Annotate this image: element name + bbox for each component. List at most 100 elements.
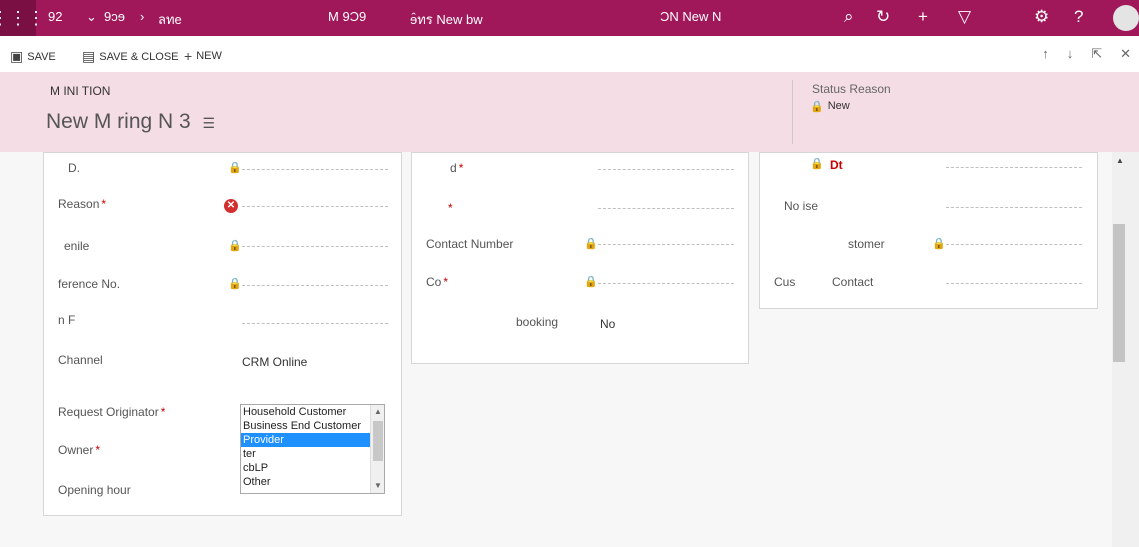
filter-icon[interactable]: ▽ xyxy=(958,7,971,27)
business-customer-label: stomer xyxy=(848,237,885,251)
breadcrumb-item[interactable]: 9ɔɘ xyxy=(104,9,125,24)
lock-icon: 🔒 xyxy=(584,276,598,288)
settings-icon[interactable]: ⚙ xyxy=(1034,7,1049,27)
lock-icon: 🔒 xyxy=(932,238,946,250)
middle-field-2-input[interactable] xyxy=(598,208,734,209)
tab-recent-2[interactable]: ɘ̂ทร New bw xyxy=(410,9,483,30)
contact-number-label: Contact Number xyxy=(426,237,514,251)
field-2-label: Reason * xyxy=(58,197,107,211)
save-close-button[interactable]: ▤ SAVE & CLOSE xyxy=(82,48,179,65)
history-icon[interactable]: ↻ xyxy=(876,7,890,27)
field-1-label: D. xyxy=(68,161,80,175)
popout-icon[interactable]: ⇱ xyxy=(1091,46,1102,62)
form-body: D. 🔒 Reason * ✕ enile 🔒 ference No. 🔒 n F… xyxy=(0,152,1112,547)
status-value-text: New xyxy=(827,100,850,112)
app-launcher-icon[interactable]: ⋮⋮⋮ xyxy=(0,0,45,36)
opening-hour-label: Opening hour xyxy=(58,483,131,497)
field-4-input[interactable] xyxy=(242,285,388,286)
field-5-label: n F xyxy=(58,313,76,327)
booking-label: booking xyxy=(516,315,559,329)
middle-field-4-label: Co * xyxy=(426,275,449,289)
new-label: NEW xyxy=(196,50,222,62)
search-icon[interactable]: ⌕ xyxy=(844,7,854,27)
list-option[interactable]: Business End Customer xyxy=(241,419,384,433)
field-3-label: enile xyxy=(64,239,90,253)
arrow-down-icon[interactable]: ↓ xyxy=(1067,46,1074,62)
status-reason-label: Status Reason xyxy=(812,82,891,96)
page-title: New M ring N 3 ☰ xyxy=(46,110,215,134)
save-button[interactable]: ▣ SAVE xyxy=(10,48,56,65)
booking-value: No xyxy=(600,317,616,331)
new-button[interactable]: + NEW xyxy=(184,48,222,64)
right-field-1-input[interactable] xyxy=(946,167,1082,168)
divider xyxy=(792,80,793,144)
field-1-input[interactable] xyxy=(242,169,388,170)
help-icon[interactable]: ? xyxy=(1074,7,1083,27)
command-bar: ▣ SAVE ▤ SAVE & CLOSE + NEW ↑ ↓ ⇱ ✕ xyxy=(0,36,1139,72)
record-navigation: ↑ ↓ ⇱ ✕ xyxy=(1042,46,1131,62)
tab-recent-1[interactable]: M 9Ɔ9 xyxy=(328,9,366,24)
tab-recent-3[interactable]: ƆN New N xyxy=(660,9,721,24)
field-2-input[interactable] xyxy=(242,206,388,207)
right-section-card: 🔒 Dt No ise stomer 🔒 Cus Contact xyxy=(759,152,1098,309)
middle-field-1-input[interactable] xyxy=(598,169,734,170)
scroll-thumb[interactable] xyxy=(373,421,383,461)
record-title: New M ring N 3 xyxy=(46,110,191,133)
request-originator-label: Request Originator * xyxy=(58,405,166,419)
app-name[interactable]: 92 xyxy=(48,9,62,24)
scroll-up-icon[interactable]: ▲ xyxy=(1116,156,1124,165)
form-selector-icon[interactable]: ☰ xyxy=(203,115,216,131)
lock-icon: 🔒 xyxy=(810,158,824,170)
chevron-right-icon: › xyxy=(140,9,145,24)
right-field-1-value: Dt xyxy=(830,158,843,172)
customer-contact-input[interactable] xyxy=(946,283,1082,284)
save-icon: ▣ xyxy=(10,48,24,64)
middle-section-card: d * * Contact Number 🔒 Co * 🔒 booking No xyxy=(411,152,749,364)
top-nav-bar: ⋮⋮⋮ 92 ⌄ 9ɔɘ › ลทе M 9Ɔ9 ɘ̂ทร New bw ƆN … xyxy=(0,0,1139,36)
scroll-up-icon[interactable]: ▲ xyxy=(374,407,382,416)
contact-number-input[interactable] xyxy=(598,244,734,245)
field-5-input[interactable] xyxy=(242,323,388,324)
channel-label: Channel xyxy=(58,353,103,367)
middle-field-2-label: * xyxy=(448,201,453,215)
arrow-up-icon[interactable]: ↑ xyxy=(1042,46,1049,62)
request-originator-listbox[interactable]: Household Customer Business End Customer… xyxy=(240,404,385,494)
list-option[interactable]: Other xyxy=(241,475,384,489)
save-label: SAVE xyxy=(27,50,56,63)
field-4-label: ference No. xyxy=(58,277,121,291)
listbox-scrollbar[interactable]: ▲ ▼ xyxy=(370,405,384,493)
lock-icon: 🔒 xyxy=(810,101,824,113)
plus-icon: + xyxy=(184,48,193,64)
noise-label: No ise xyxy=(784,199,819,213)
save-close-label: SAVE & CLOSE xyxy=(99,50,179,63)
lock-icon: 🔒 xyxy=(228,162,242,174)
lock-icon: 🔒 xyxy=(228,278,242,290)
status-reason-value: 🔒 New xyxy=(810,100,850,113)
customer-contact-label: Contact xyxy=(832,275,874,289)
chevron-down-icon[interactable]: ⌄ xyxy=(86,9,97,25)
list-option[interactable]: ter xyxy=(241,447,384,461)
close-icon[interactable]: ✕ xyxy=(1120,46,1131,62)
scroll-thumb[interactable] xyxy=(1113,224,1125,362)
middle-field-4-input[interactable] xyxy=(598,283,734,284)
avatar[interactable] xyxy=(1113,5,1139,31)
list-option-selected[interactable]: Provider xyxy=(241,433,384,447)
lock-icon: 🔒 xyxy=(228,240,242,252)
customer-prefix: Cus xyxy=(774,275,796,289)
save-close-icon: ▤ xyxy=(82,48,96,64)
list-option[interactable]: Household Customer xyxy=(241,405,384,419)
field-3-input[interactable] xyxy=(242,246,388,247)
scroll-down-icon[interactable]: ▼ xyxy=(374,481,382,490)
breadcrumb-item[interactable]: ลทе xyxy=(158,9,182,30)
add-icon[interactable]: + xyxy=(918,7,928,27)
entity-name: M INI TION xyxy=(50,84,111,98)
business-customer-input[interactable] xyxy=(946,244,1082,245)
list-option[interactable]: cbLP xyxy=(241,461,384,475)
page-scrollbar[interactable]: ▲ xyxy=(1112,152,1139,547)
noise-input[interactable] xyxy=(946,207,1082,208)
error-icon: ✕ xyxy=(224,199,238,213)
lock-icon: 🔒 xyxy=(584,238,598,250)
form-header: M INI TION New M ring N 3 ☰ Status Reaso… xyxy=(0,72,1139,152)
middle-field-1-label: d * xyxy=(450,161,464,175)
owner-label: Owner * xyxy=(58,443,101,457)
